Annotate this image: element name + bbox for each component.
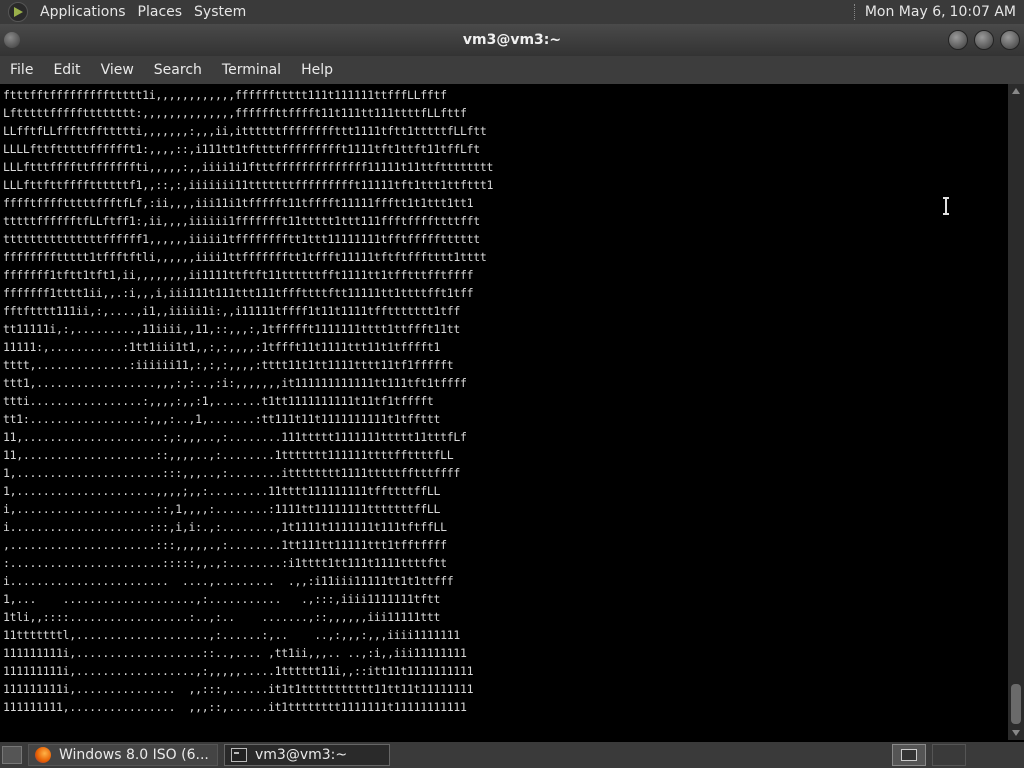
clock-date[interactable]: Mon May 6, bbox=[865, 4, 946, 20]
window-titlebar[interactable]: vm3@vm3:~ bbox=[0, 24, 1024, 56]
text-cursor-icon bbox=[943, 197, 949, 215]
firefox-icon bbox=[35, 747, 51, 763]
terminal-line: 1tli,,::::..................:..,:.. ....… bbox=[3, 610, 441, 624]
menu-terminal[interactable]: Terminal bbox=[212, 62, 291, 78]
terminal-line: i,.....................::,1,,,,:........… bbox=[3, 502, 441, 516]
terminal-line: tttttfffffftfLLftff1:,ii,,,,iiiiii1fffff… bbox=[3, 214, 480, 228]
terminal-menubar: File Edit View Search Terminal Help bbox=[0, 56, 1024, 84]
workspace-switcher-2[interactable] bbox=[932, 744, 966, 766]
taskbar-item-label: Windows 8.0 ISO (6... bbox=[59, 747, 209, 763]
terminal-line: tt11111i,:,.........,11iiii,,11,::,,,:,1… bbox=[3, 322, 461, 336]
show-desktop-icon[interactable] bbox=[2, 746, 22, 764]
terminal-line: :.......................:::::,,.,:......… bbox=[3, 556, 447, 570]
terminal-line: ftttfftfffffffffttttt1i,,,,,,,,,,,,fffff… bbox=[3, 88, 447, 102]
terminal-scrollbar[interactable] bbox=[1008, 84, 1024, 740]
scrollbar-thumb[interactable] bbox=[1011, 684, 1021, 724]
terminal-line: i........................ ....,.........… bbox=[3, 574, 454, 588]
terminal-line: 111111111i,...................::..,.... … bbox=[3, 646, 467, 660]
close-icon[interactable] bbox=[1000, 30, 1020, 50]
workspace-switcher-1[interactable] bbox=[892, 744, 926, 766]
terminal-text: ftttfftfffffffffttttt1i,,,,,,,,,,,,fffff… bbox=[0, 84, 1008, 716]
top-panel: Applications Places System Mon May 6, 10… bbox=[0, 0, 1024, 24]
terminal-line: Lftttttffffftttttttt:,,,,,,,,,,,,,,fffff… bbox=[3, 106, 467, 120]
taskbar-item-firefox[interactable]: Windows 8.0 ISO (6... bbox=[28, 744, 218, 766]
scroll-up-icon[interactable] bbox=[1012, 88, 1020, 94]
terminal-line: tttttttttttttttffffff1,,,,,,iiiii1tfffff… bbox=[3, 232, 480, 246]
terminal-line: 1,.....................,,,,;,,:.........… bbox=[3, 484, 441, 498]
terminal-line: fftftttt111ii,:,....,i1,,iiiii1i:,,i1111… bbox=[3, 304, 461, 318]
terminal-line: 11,.....................:,:,,,..,:......… bbox=[3, 430, 467, 444]
terminal-line: LLLfttfttffffttttttf1,,::,:,iiiiiii11ttt… bbox=[3, 178, 494, 192]
menu-search[interactable]: Search bbox=[144, 62, 212, 78]
terminal-line: 111111111i,............... ,,:::,......i… bbox=[3, 682, 474, 696]
terminal-line: fffftfffftttttffftfLf,:ii,,,,iii11i1tfff… bbox=[3, 196, 474, 210]
terminal-line: LLfftfLLfffttffttttti,,,,,,,:,,,ii,itttt… bbox=[3, 124, 487, 138]
terminal-line: 111111111,................ ,,,::,......i… bbox=[3, 700, 467, 714]
terminal-line: LLLftttffffttfffffffti,,,,,:,,iiii1i1ftt… bbox=[3, 160, 494, 174]
terminal-line: fffffff1tttt1ii,,.:i,,,i,iii111t111ttt11… bbox=[3, 286, 474, 300]
terminal-line: 1,... ....................,:........... … bbox=[3, 592, 441, 606]
terminal-line: tt1:.................:,,,:..,1,.......:t… bbox=[3, 412, 441, 426]
window-menu-icon[interactable] bbox=[4, 32, 20, 48]
terminal-line: 11111:,...........:1tt1iii1t1,,:,:,,,,:1… bbox=[3, 340, 441, 354]
terminal-line: ttti.................:,,,,:,,:1,.......t… bbox=[3, 394, 434, 408]
applications-menu[interactable]: Applications bbox=[34, 4, 132, 20]
menu-file[interactable]: File bbox=[0, 62, 43, 78]
menu-edit[interactable]: Edit bbox=[43, 62, 90, 78]
terminal-line: fffffff1tftt1tft1,ii,,,,,,,,ii1111ttftft… bbox=[3, 268, 474, 282]
window-title: vm3@vm3:~ bbox=[462, 32, 562, 48]
terminal-line: 111111111i,..................,:,,,,,....… bbox=[3, 664, 474, 678]
taskbar-item-terminal[interactable]: vm3@vm3:~ bbox=[224, 744, 390, 766]
terminal-line: i.....................:::,i,i:.,:.......… bbox=[3, 520, 447, 534]
places-menu[interactable]: Places bbox=[132, 4, 189, 20]
terminal-icon bbox=[231, 748, 247, 762]
terminal-line: LLLLfttftttttfffffft1:,,,,::,i111tt1tftt… bbox=[3, 142, 480, 156]
bottom-panel: Windows 8.0 ISO (6... vm3@vm3:~ bbox=[0, 742, 1024, 768]
terminal-line: 1,......................:::,,,..,:......… bbox=[3, 466, 461, 480]
taskbar-item-label: vm3@vm3:~ bbox=[255, 747, 348, 763]
clock-time[interactable]: 10:07 AM bbox=[950, 4, 1016, 20]
terminal-line: 11,....................::,,,,..,:.......… bbox=[3, 448, 454, 462]
terminal-line: ffffffffttttt1tffftftli,,,,,,iiii1ttffff… bbox=[3, 250, 487, 264]
terminal-output[interactable]: ftttfftfffffffffttttt1i,,,,,,,,,,,,fffff… bbox=[0, 84, 1008, 740]
terminal-line: 11tttttttl,....................,:......:… bbox=[3, 628, 461, 642]
maximize-icon[interactable] bbox=[974, 30, 994, 50]
menu-help[interactable]: Help bbox=[291, 62, 343, 78]
menu-view[interactable]: View bbox=[91, 62, 144, 78]
terminal-line: ttt1,..................,,,:,:..,:i:,,,,,… bbox=[3, 376, 467, 390]
minimize-icon[interactable] bbox=[948, 30, 968, 50]
scroll-down-icon[interactable] bbox=[1012, 730, 1020, 736]
panel-separator bbox=[853, 4, 857, 20]
system-menu[interactable]: System bbox=[188, 4, 252, 20]
terminal-line: ,......................:::,,,,,.,:......… bbox=[3, 538, 447, 552]
terminal-line: tttt,..............:iiiiii11,:,:,:,,,,:t… bbox=[3, 358, 454, 372]
distro-logo-icon[interactable] bbox=[8, 2, 28, 22]
